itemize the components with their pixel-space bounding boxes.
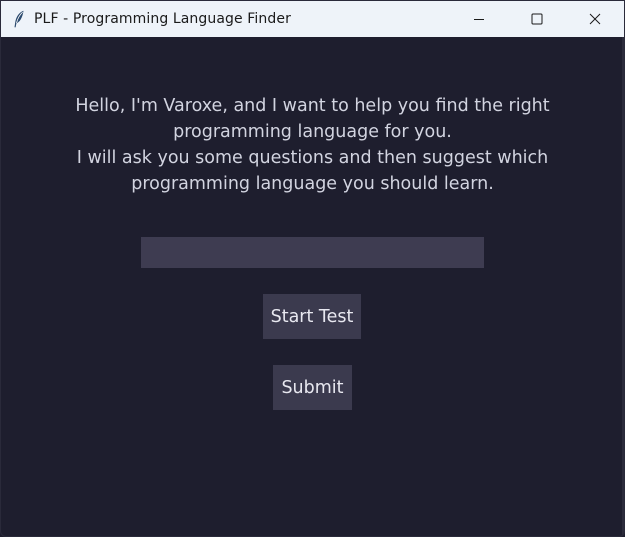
window-title: PLF - Programming Language Finder: [34, 11, 291, 27]
intro-line: I will ask you some questions and then s…: [76, 148, 549, 168]
close-icon: [589, 13, 601, 25]
minimize-icon: [473, 13, 485, 25]
intro-text: Hello, I'm Varoxe, and I want to help yo…: [41, 93, 584, 197]
maximize-icon: [531, 13, 543, 25]
intro-line: Hello, I'm Varoxe, and I want to help yo…: [75, 96, 550, 116]
main-content: Hello, I'm Varoxe, and I want to help yo…: [1, 37, 624, 536]
answer-input[interactable]: [141, 237, 484, 268]
submit-button[interactable]: Submit: [273, 365, 352, 410]
intro-line: programming language for you.: [173, 122, 452, 142]
title-bar[interactable]: PLF - Programming Language Finder: [1, 1, 624, 37]
app-window: PLF - Programming Language Finder Hello,…: [0, 0, 625, 537]
maximize-button[interactable]: [508, 1, 566, 37]
start-test-button[interactable]: Start Test: [263, 294, 361, 339]
window-border: [622, 37, 624, 536]
feather-icon: [12, 10, 26, 28]
window-controls: [450, 1, 624, 37]
intro-line: programming language you should learn.: [131, 174, 494, 194]
close-button[interactable]: [566, 1, 624, 37]
minimize-button[interactable]: [450, 1, 508, 37]
